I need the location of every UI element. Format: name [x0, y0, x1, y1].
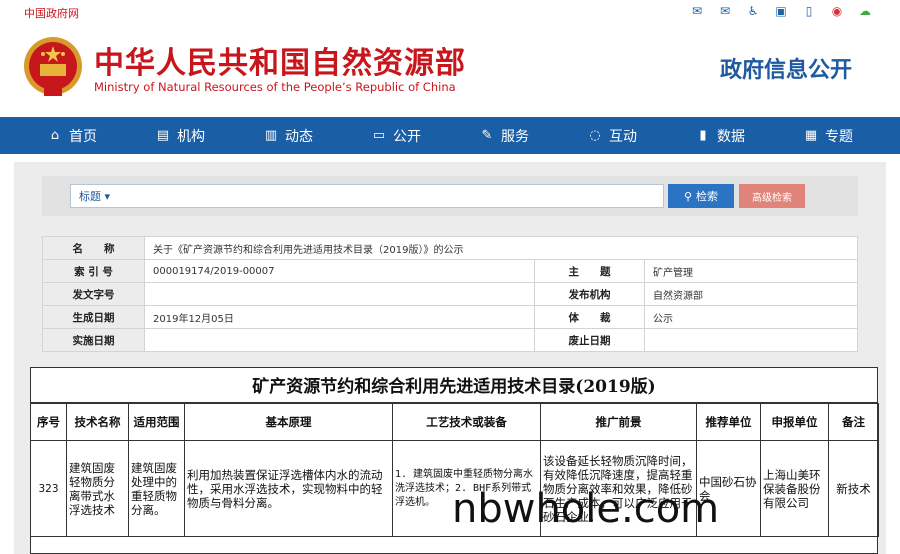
column-header: 适用范围 — [128, 403, 185, 441]
meta-key: 索 引 号 — [42, 259, 145, 283]
cell-note: 新技术 — [828, 440, 879, 537]
column-header: 技术名称 — [66, 403, 129, 441]
column-header: 申报单位 — [760, 403, 829, 441]
meta-value: 公示 — [644, 305, 858, 329]
weibo-icon[interactable]: ◉ — [828, 3, 846, 19]
column-header: 备注 — [828, 403, 879, 441]
meta-row: 生成日期 2019年12月05日 体 裁 公示 — [42, 305, 858, 329]
meta-value: 矿产管理 — [644, 259, 858, 283]
watermark-text: nbwhole.com — [452, 486, 720, 532]
site-header: 中华人民共和国自然资源部 Ministry of Natural Resourc… — [0, 24, 900, 116]
cell-scope: 建筑固废处理中的重轻质物分离。 — [128, 440, 185, 537]
meta-key: 生成日期 — [42, 305, 145, 329]
national-emblem-icon[interactable] — [22, 34, 84, 100]
topic-icon: ▦ — [804, 128, 818, 143]
ministry-title-en: Ministry of Natural Resources of the Peo… — [94, 80, 456, 94]
meta-value — [144, 282, 535, 306]
top-strip: 中国政府网 ✉ ✉ ♿ ▣ ▯ ◉ ☁ — [0, 0, 900, 24]
main-nav: ⌂ 首页 ▤ 机构 ▥ 动态 ▭ 公开 ✎ 服务 ◌ 互动 ▮ 数据 ▦ 专题 — [0, 117, 900, 154]
search-button[interactable]: ⚲ 检索 — [668, 184, 734, 208]
nav-item-news[interactable]: ▥ 动态 — [263, 126, 313, 146]
news-icon: ▥ — [264, 128, 278, 143]
meta-value: 000019174/2019-00007 — [144, 259, 535, 283]
wechat-icon[interactable]: ☁ — [856, 3, 874, 19]
meta-key: 主 题 — [534, 259, 645, 283]
nav-item-topic[interactable]: ▦ 专题 — [803, 126, 853, 146]
gov-portal-link[interactable]: 中国政府网 — [24, 5, 79, 21]
meta-value: 自然资源部 — [644, 282, 858, 306]
caret-down-icon: ▾ — [104, 190, 111, 203]
nav-item-home[interactable]: ⌂ 首页 — [47, 126, 97, 146]
search-icon: ⚲ — [683, 189, 693, 203]
ministry-title-cn: 中华人民共和国自然资源部 — [94, 46, 466, 81]
meta-row: 名 称 关于《矿产资源节约和综合利用先进适用技术目录（2019版）》的公示 — [42, 236, 858, 260]
mobile-icon[interactable]: ▯ — [800, 3, 818, 19]
meta-row: 发文字号 发布机构 自然资源部 — [42, 282, 858, 306]
accessibility-icon[interactable]: ♿ — [744, 3, 762, 19]
cell-no: 323 — [30, 440, 67, 537]
nav-item-interact[interactable]: ◌ 互动 — [587, 126, 637, 146]
column-header: 推荐单位 — [696, 403, 761, 441]
meta-key: 发布机构 — [534, 282, 645, 306]
column-header: 推广前景 — [540, 403, 697, 441]
advanced-search-button[interactable]: 高级检索 — [739, 184, 805, 208]
cell-applicant: 上海山美环保装备股份有限公司 — [760, 440, 829, 537]
cell-principle: 利用加热装置保证浮选槽体内水的流动性，采用水浮选技术，实现物料中的轻物质与骨料分… — [184, 440, 393, 537]
search-scope-select[interactable]: 标题 ▾ — [71, 188, 110, 204]
catalog-title: 矿产资源节约和综合利用先进适用技术目录(2019版) — [30, 367, 878, 403]
mailbox-icon[interactable]: ✉ — [716, 3, 734, 19]
meta-value — [144, 328, 535, 352]
gov-info-heading[interactable]: 政府信息公开 — [720, 52, 852, 84]
column-header: 序号 — [30, 403, 67, 441]
column-header: 基本原理 — [184, 403, 393, 441]
meta-value — [644, 328, 858, 352]
meta-row: 实施日期 废止日期 — [42, 328, 858, 352]
nav-item-data[interactable]: ▮ 数据 — [695, 126, 745, 146]
catalog-header-row: 序号 技术名称 适用范围 基本原理 工艺技术或装备 推广前景 推荐单位 申报单位… — [30, 403, 879, 441]
nav-item-public[interactable]: ▭ 公开 — [371, 126, 421, 146]
meta-value: 2019年12月05日 — [144, 305, 535, 329]
meta-key: 体 裁 — [534, 305, 645, 329]
mail-icon[interactable]: ✉ — [688, 3, 706, 19]
column-header: 工艺技术或装备 — [392, 403, 541, 441]
top-icon-group: ✉ ✉ ♿ ▣ ▯ ◉ ☁ — [688, 3, 874, 19]
nav-item-org[interactable]: ▤ 机构 — [155, 126, 205, 146]
public-icon: ▭ — [372, 128, 386, 143]
home-icon: ⌂ — [50, 128, 60, 143]
meta-key: 实施日期 — [42, 328, 145, 352]
data-icon: ▮ — [699, 128, 707, 143]
org-icon: ▤ — [156, 128, 170, 143]
meta-key: 名 称 — [42, 236, 145, 260]
meta-row: 索 引 号 000019174/2019-00007 主 题 矿产管理 — [42, 259, 858, 283]
app-icon[interactable]: ▣ — [772, 3, 790, 19]
cell-name: 建筑固废轻物质分离带式水浮选技术 — [66, 440, 129, 537]
service-icon: ✎ — [481, 128, 493, 143]
meta-value: 关于《矿产资源节约和综合利用先进适用技术目录（2019版）》的公示 — [144, 236, 858, 260]
chat-icon: ◌ — [589, 128, 601, 143]
meta-key: 发文字号 — [42, 282, 145, 306]
nav-item-service[interactable]: ✎ 服务 — [479, 126, 529, 146]
search-input[interactable]: 标题 ▾ — [70, 184, 664, 208]
meta-key: 废止日期 — [534, 328, 645, 352]
document-meta-table: 名 称 关于《矿产资源节约和综合利用先进适用技术目录（2019版）》的公示 索 … — [42, 236, 858, 352]
